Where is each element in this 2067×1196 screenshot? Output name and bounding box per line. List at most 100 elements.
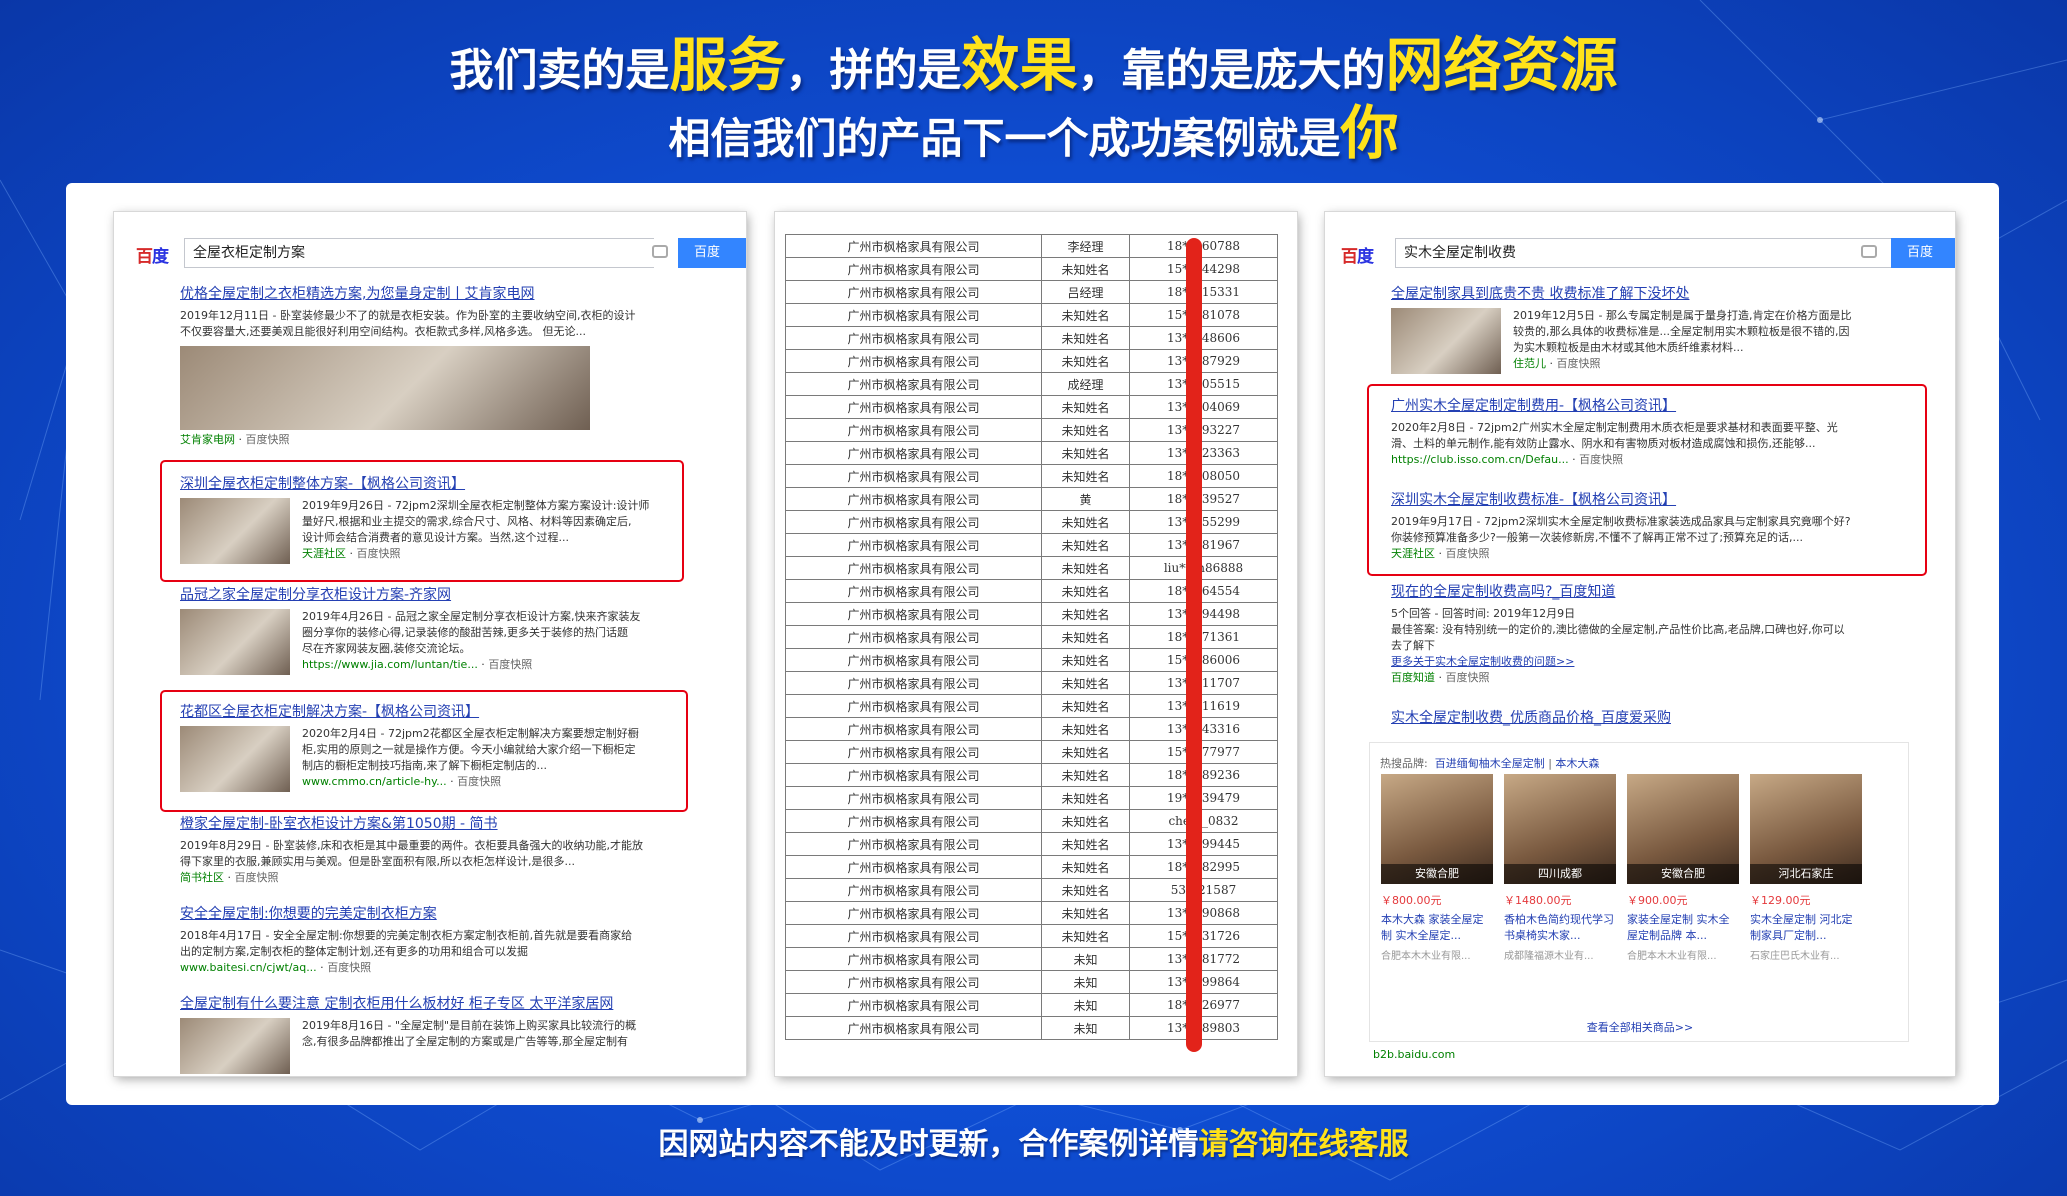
result-source[interactable]: 住范儿 (1513, 357, 1546, 370)
kuaizhao-link[interactable]: 百度快照 (235, 871, 279, 884)
table-row: 广州市枫格家具有限公司 吕经理 18**615331 (785, 280, 1278, 304)
result-body: 2019年4月26日 - 品冠之家全屋定制分享衣柜设计方案,快来齐家装友 圈分享你… (180, 609, 680, 675)
contact-name-cell: 未知姓名 (1041, 901, 1130, 925)
product-name-link[interactable]: 本木大森 家装全屋定制 实木全屋定... (1381, 912, 1493, 944)
company-cell: 广州市枫格家具有限公司 (785, 832, 1042, 856)
table-row: 广州市枫格家具有限公司 未知姓名 13**811707 (785, 671, 1278, 695)
result-title-link[interactable]: 优格全屋定制之衣柜精选方案,为您量身定制丨艾肯家电网 (180, 284, 720, 304)
kuaizhao-link[interactable]: 百度快照 (327, 961, 371, 974)
contact-name-cell: 未知姓名 (1041, 809, 1130, 833)
search-input[interactable]: 全屋衣柜定制方案 (184, 238, 654, 268)
product-image[interactable]: 四川成都 (1504, 774, 1616, 884)
company-cell: 广州市枫格家具有限公司 (785, 947, 1042, 971)
kuaizhao-link[interactable]: 百度快照 (1557, 357, 1601, 370)
result-title-link[interactable]: 现在的全屋定制收费高吗?_百度知道 (1391, 582, 1921, 602)
product-location: 安徽合肥 (1627, 864, 1739, 884)
snippet-line: 出的定制方案,定制衣柜的整体定制计划,还有更多的功用和组合可以发掘 (180, 945, 528, 958)
result-title-link[interactable]: 橙家全屋定制-卧室衣柜设计方案&第1050期 - 简书 (180, 814, 720, 834)
search-button[interactable]: 百度 (1891, 238, 1955, 268)
product-name-link[interactable]: 家装全屋定制 实木全屋定制品牌 本... (1627, 912, 1739, 944)
result-image-strip[interactable] (180, 346, 590, 430)
product-name-link[interactable]: 香柏木色简约现代学习书桌椅实木家... (1504, 912, 1616, 944)
snippet-line: 念,有很多品牌都推出了全屋定制的方案或是广告等等,那全屋定制有 (302, 1035, 628, 1048)
contact-name-cell: 未知 (1041, 947, 1130, 971)
result-meta: 住范儿 · 百度快照 (1513, 357, 1601, 370)
brand-link[interactable]: 本木大森 (1555, 757, 1599, 770)
phone-cell: 13**048606 (1129, 326, 1278, 350)
phone-cell: 13**443316 (1129, 717, 1278, 741)
result-title-link[interactable]: 品冠之家全屋定制分享衣柜设计方案-齐家网 (180, 585, 680, 605)
phone-cell: 13**999864 (1129, 970, 1278, 994)
result-title-link[interactable]: 实木全屋定制收费_优质商品价格_百度爱采购 (1391, 708, 1921, 728)
snippet-line: 5个回答 - 回答时间: 2019年12月9日 (1391, 607, 1576, 620)
product-location: 四川成都 (1504, 864, 1616, 884)
product-image[interactable]: 安徽合肥 (1381, 774, 1493, 884)
product-card[interactable]: 四川成都 ￥1480.00元 香柏木色简约现代学习书桌椅实木家... 成都隆福源木业有… (1504, 774, 1616, 962)
result-thumbnail[interactable] (180, 609, 290, 675)
result-snippet: 2019年8月29日 - 卧室装修,床和衣柜是其中最重要的两件。衣柜要具备强大的… (180, 838, 720, 886)
product-image[interactable]: 河北石家庄 (1750, 774, 1862, 884)
result-meta: www.baitesi.cn/cjwt/aq... · 百度快照 (180, 961, 372, 974)
company-cell: 广州市枫格家具有限公司 (785, 786, 1042, 810)
result-title-link[interactable]: 全屋定制家具到底贵不贵 收费标准了解下没坏处 (1391, 284, 1921, 304)
b2b-url: b2b.baidu.com (1373, 1048, 1456, 1061)
camera-icon[interactable] (652, 245, 668, 258)
table-row: 广州市枫格家具有限公司 成经理 13**905515 (785, 372, 1278, 396)
phone-cell: 13**004069 (1129, 395, 1278, 419)
headline-line1: 我们卖的是服务，拼的是效果，靠的是庞大的网络资源 (0, 30, 2067, 100)
kuaizhao-link[interactable]: 百度快照 (488, 658, 532, 671)
phone-cell: 13**190868 (1129, 901, 1278, 925)
company-cell: 广州市枫格家具有限公司 (785, 418, 1042, 442)
view-all-link[interactable]: 查看全部相关商品>> (1370, 1019, 1910, 1035)
result-source[interactable]: https://www.jia.com/luntan/tie... (302, 658, 478, 671)
product-card[interactable]: 河北石家庄 ￥129.00元 实木全屋定制 河北定制家具厂定制... 石家庄巴氏木业有… (1750, 774, 1862, 962)
kuaizhao-link[interactable]: 百度快照 (246, 433, 290, 446)
headline-segment: ，靠的是庞大的 (1077, 45, 1386, 96)
phone-cell: 13**905515 (1129, 372, 1278, 396)
company-cell: 广州市枫格家具有限公司 (785, 878, 1042, 902)
snippet-line: 2019年8月16日 - "全屋定制"是目前在装饰上购买家具比较流行的概 (302, 1019, 637, 1032)
result-source[interactable]: www.baitesi.cn/cjwt/aq... (180, 961, 317, 974)
result-thumbnail[interactable] (1391, 308, 1501, 374)
brand-link[interactable]: 百进缅甸柚木全屋定制 (1435, 757, 1545, 770)
product-name-link[interactable]: 实木全屋定制 河北定制家具厂定制... (1750, 912, 1862, 944)
phone-cell: 18**615331 (1129, 280, 1278, 304)
contact-name-cell: 未知姓名 (1041, 510, 1130, 534)
product-card[interactable]: 安徽合肥 ￥800.00元 本木大森 家装全屋定制 实木全屋定... 合肥本木木业有限… (1381, 774, 1493, 962)
company-cell: 广州市枫格家具有限公司 (785, 993, 1042, 1017)
snippet-line: 得下家里的衣服,兼顾实用与美观。但是卧室面积有限,所以衣柜怎样设计,是很多... (180, 855, 575, 868)
product-card[interactable]: 安徽合肥 ￥900.00元 家装全屋定制 实木全屋定制品牌 本... 合肥本木木业有限… (1627, 774, 1739, 962)
snippet-line: 不仅要容量大,还要美观且能很好利用空间结构。衣柜款式多样,风格多选。 但无论..… (180, 325, 586, 338)
company-cell: 广州市枫格家具有限公司 (785, 901, 1042, 925)
company-cell: 广州市枫格家具有限公司 (785, 257, 1042, 281)
result-source[interactable]: 艾肯家电网 (180, 433, 235, 446)
more-link[interactable]: 更多关于实木全屋定制收费的问题>> (1391, 654, 1921, 670)
product-image[interactable]: 安徽合肥 (1627, 774, 1739, 884)
headline-segment: 相信我们的产品下一个成功案例就是 (668, 114, 1341, 163)
table-row: 广州市枫格家具有限公司 未知姓名 19**339479 (785, 786, 1278, 810)
search-button[interactable]: 百度 (678, 238, 746, 268)
result-title-link[interactable]: 全屋定制有什么要注意 定制衣柜用什么板材好 柜子专区 太平洋家居网 (180, 994, 720, 1014)
company-cell: 广州市枫格家具有限公司 (785, 464, 1042, 488)
table-row: 广州市枫格家具有限公司 未知姓名 13**493227 (785, 418, 1278, 442)
snippet-line: 为实木颗粒板是由木材或其他木质纤维素材料... (1513, 341, 1744, 354)
result-source[interactable]: 百度知道 (1391, 671, 1435, 684)
baidu-logo: 百度 (1341, 247, 1374, 267)
redaction-bar (1186, 238, 1202, 1052)
camera-icon[interactable] (1861, 245, 1877, 258)
phone-cell: 18**326977 (1129, 993, 1278, 1017)
search-result: 优格全屋定制之衣柜精选方案,为您量身定制丨艾肯家电网 2019年12月11日 - … (180, 284, 720, 448)
result-meta: 百度知道 · 百度快照 (1391, 671, 1490, 684)
company-cell: 广州市枫格家具有限公司 (785, 694, 1042, 718)
headline-segment: 网络资源 (1385, 31, 1618, 99)
table-row: 广州市枫格家具有限公司 未知姓名 13**048606 (785, 326, 1278, 350)
table-row: 广州市枫格家具有限公司 未知 13**281772 (785, 947, 1278, 971)
phone-cell: 18**339527 (1129, 487, 1278, 511)
table-row: 广州市枫格家具有限公司 未知姓名 13**099445 (785, 832, 1278, 856)
product-price: ￥129.00元 (1750, 894, 1811, 907)
result-title-link[interactable]: 安全全屋定制:你想要的完美定制衣柜方案 (180, 904, 720, 924)
kuaizhao-link[interactable]: 百度快照 (1446, 671, 1490, 684)
result-thumbnail[interactable] (180, 1018, 290, 1074)
contact-name-cell: 未知姓名 (1041, 303, 1130, 327)
result-source[interactable]: 简书社区 (180, 871, 224, 884)
